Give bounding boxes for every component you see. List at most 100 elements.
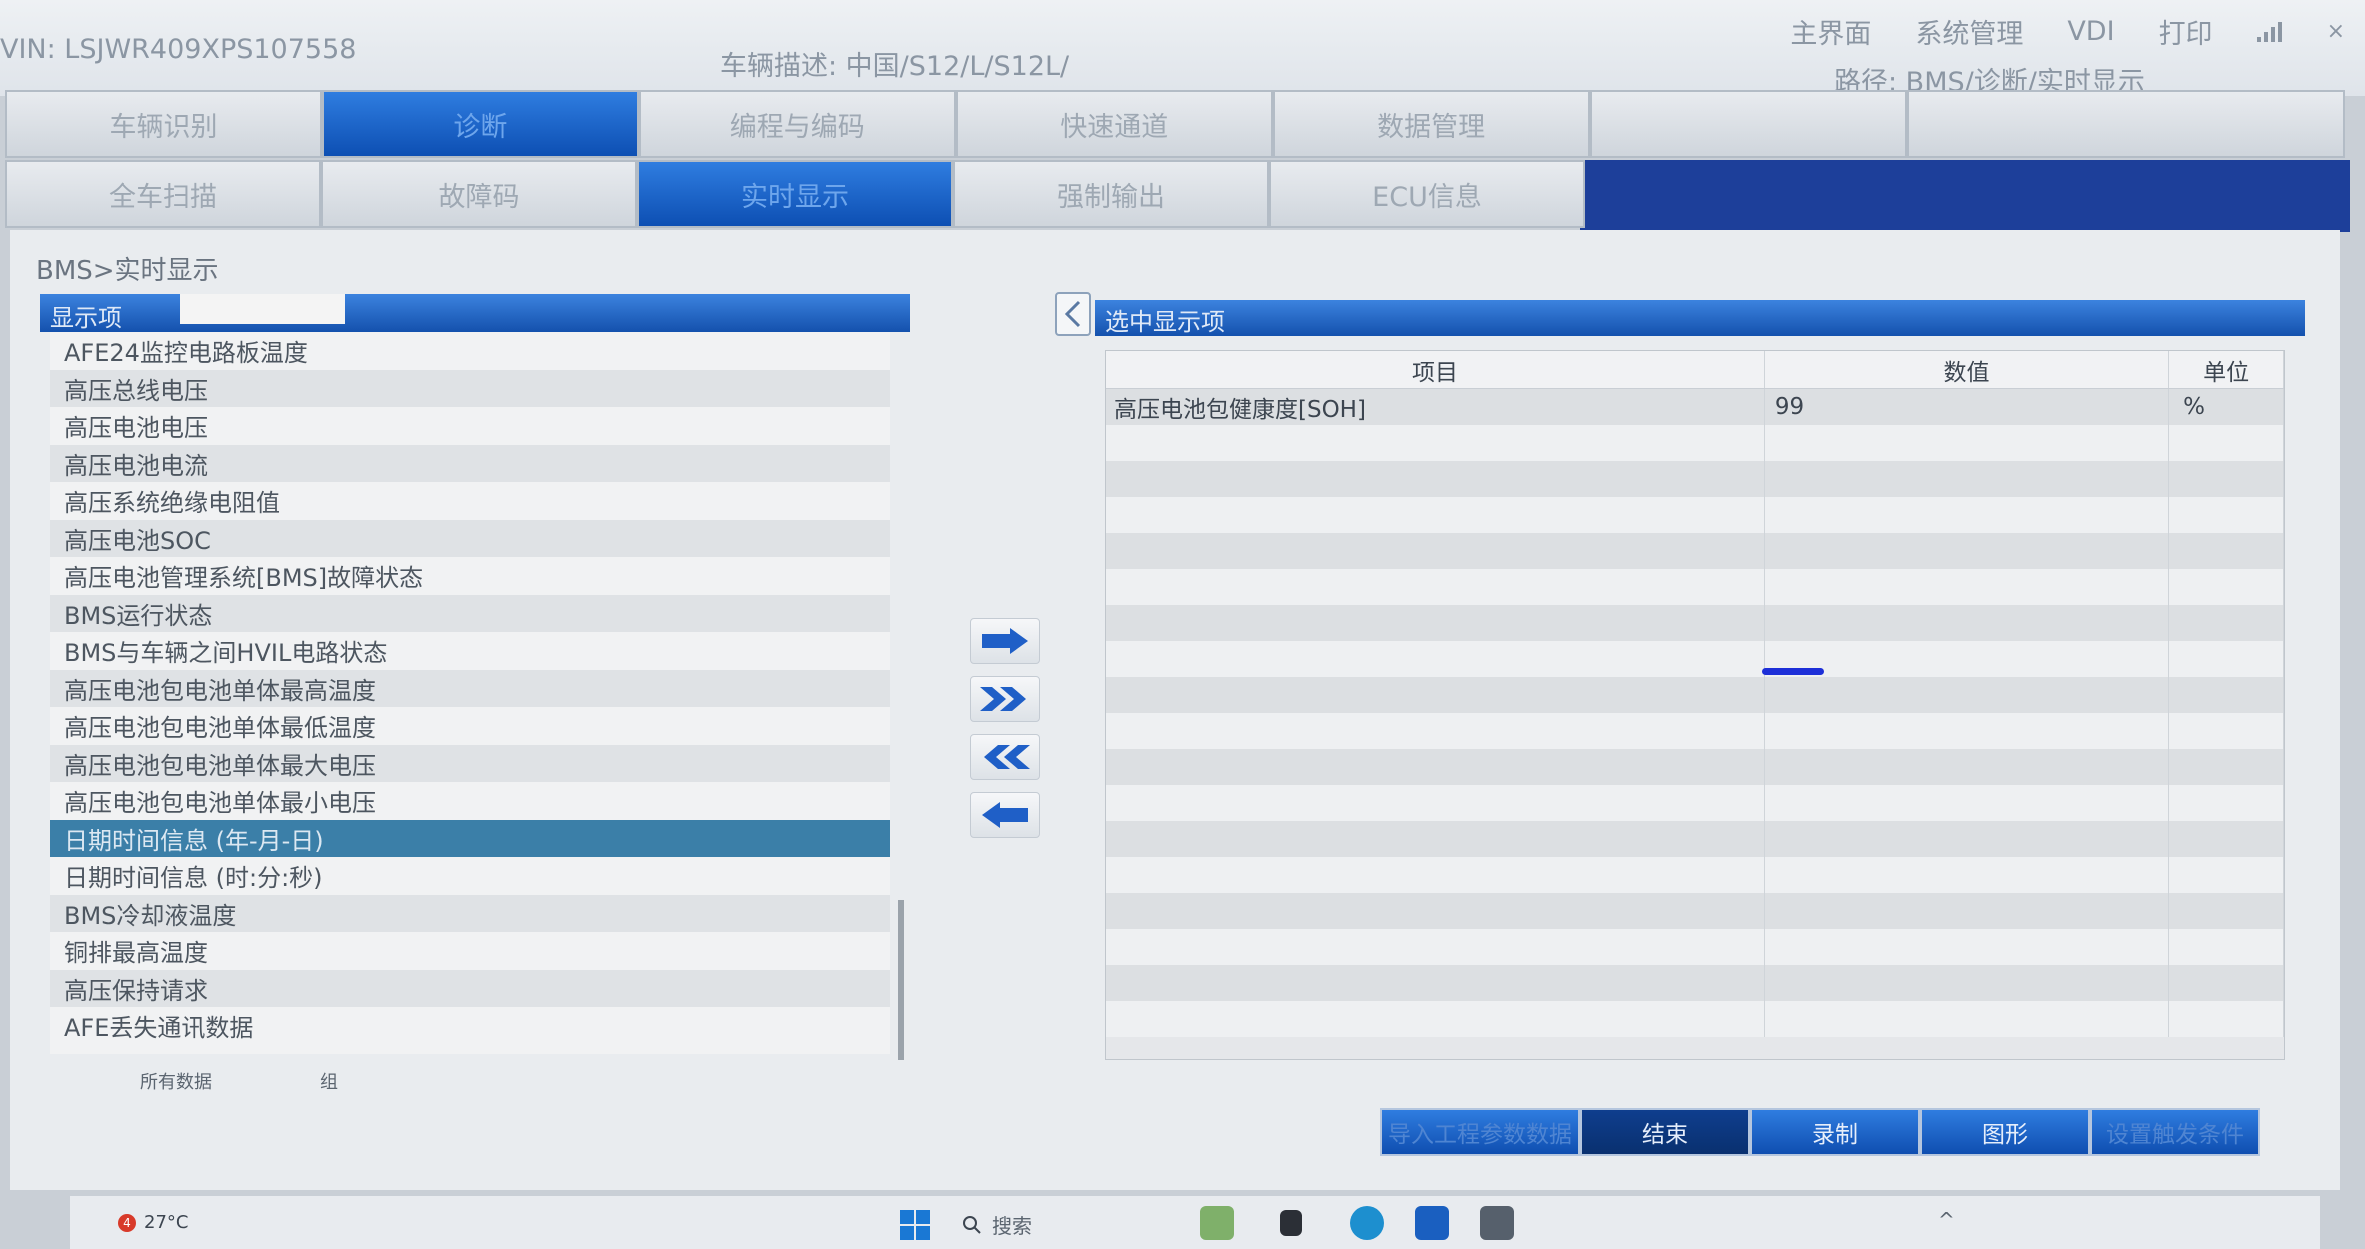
graph-button[interactable]: 图形: [1920, 1108, 2090, 1156]
cell-unit: [2169, 965, 2284, 1001]
table-row[interactable]: [1106, 857, 2284, 893]
table-row[interactable]: [1106, 893, 2284, 929]
tab-empty: [1589, 90, 1907, 158]
list-scrollbar[interactable]: [898, 900, 904, 1060]
search-icon: [963, 1215, 981, 1234]
table-row[interactable]: [1106, 569, 2284, 605]
list-item[interactable]: 高压电池管理系统[BMS]故障状态: [50, 557, 890, 595]
header-filter-box[interactable]: [180, 294, 345, 324]
table-row[interactable]: [1106, 1001, 2284, 1037]
cell-unit: [2169, 461, 2284, 497]
list-item[interactable]: 高压电池包电池单体最高温度: [50, 669, 890, 707]
table-row[interactable]: [1106, 425, 2284, 461]
table-row[interactable]: [1106, 749, 2284, 785]
list-item[interactable]: AFE24监控电路板温度: [50, 332, 890, 370]
cell-unit: [2169, 857, 2284, 893]
list-item[interactable]: 高压系统绝缘电阻值: [50, 482, 890, 520]
table-row[interactable]: [1106, 821, 2284, 857]
tab-vehicle-id[interactable]: 车辆识别: [5, 90, 322, 158]
all-data-label[interactable]: 所有数据: [140, 1072, 212, 1093]
nav-vdi[interactable]: VDI: [2067, 16, 2114, 47]
list-item[interactable]: 高压电池包电池单体最低温度: [50, 707, 890, 745]
tab-forced-output[interactable]: 强制输出: [953, 160, 1269, 228]
remove-all-button[interactable]: [970, 734, 1040, 780]
diagnostic-app-icon[interactable]: [1480, 1206, 1514, 1240]
top-nav: 主界面 系统管理 VDI 打印 ×: [1790, 12, 2345, 51]
list-item[interactable]: 高压电池SOC: [50, 519, 890, 557]
import-params-button[interactable]: 导入工程参数数据: [1380, 1108, 1580, 1156]
table-row[interactable]: [1106, 641, 2284, 677]
cell-unit: [2169, 425, 2284, 461]
table-row[interactable]: [1106, 965, 2284, 1001]
record-button[interactable]: 录制: [1750, 1108, 1920, 1156]
nav-system-management[interactable]: 系统管理: [1915, 12, 2023, 51]
tab-quick-access[interactable]: 快速通道: [955, 90, 1273, 158]
end-button[interactable]: 结束: [1580, 1108, 1750, 1156]
back-icon[interactable]: [1055, 292, 1091, 336]
table-row[interactable]: [1106, 533, 2284, 569]
tab-live-data[interactable]: 实时显示: [637, 160, 953, 228]
list-item[interactable]: 高压总线电压: [50, 369, 890, 407]
table-row[interactable]: [1106, 497, 2284, 533]
cell-item: [1106, 605, 1765, 641]
list-item[interactable]: 铜排最高温度: [50, 932, 890, 970]
list-item[interactable]: 日期时间信息 (时:分:秒): [50, 857, 890, 895]
add-all-button[interactable]: [970, 676, 1040, 722]
table-row[interactable]: [1106, 785, 2284, 821]
remove-item-button[interactable]: [970, 792, 1040, 838]
cell-item: [1106, 497, 1765, 533]
table-row[interactable]: [1106, 677, 2284, 713]
weather-widget[interactable]: 4 27°C: [118, 1212, 188, 1233]
cell-value: [1765, 605, 2170, 641]
nav-home[interactable]: 主界面: [1790, 12, 1871, 51]
cell-value: [1765, 497, 2170, 533]
list-item[interactable]: 高压电池电压: [50, 407, 890, 445]
list-item[interactable]: 高压电池电流: [50, 444, 890, 482]
cell-item: [1106, 1001, 1765, 1037]
windows-start-icon[interactable]: [900, 1210, 930, 1240]
table-row[interactable]: [1106, 461, 2284, 497]
cell-item: [1106, 929, 1765, 965]
tab-ecu-info[interactable]: ECU信息: [1269, 160, 1585, 228]
app-icon[interactable]: [1415, 1206, 1449, 1240]
table-row[interactable]: [1106, 605, 2284, 641]
tab-full-scan[interactable]: 全车扫描: [5, 160, 321, 228]
list-item[interactable]: BMS运行状态: [50, 594, 890, 632]
column-value: 数值: [1765, 351, 2170, 388]
file-explorer-icon[interactable]: [1280, 1210, 1302, 1236]
cell-value: [1765, 749, 2170, 785]
cell-unit: [2169, 713, 2284, 749]
tab-data-management[interactable]: 数据管理: [1272, 90, 1590, 158]
cell-item: [1106, 821, 1765, 857]
tab-programming[interactable]: 编程与编码: [638, 90, 956, 158]
trigger-settings-button[interactable]: 设置触发条件: [2090, 1108, 2260, 1156]
list-item[interactable]: BMS与车辆之间HVIL电路状态: [50, 632, 890, 670]
list-item[interactable]: 高压保持请求: [50, 969, 890, 1007]
list-item[interactable]: AFE丢失通讯数据: [50, 1007, 890, 1045]
add-item-button[interactable]: [970, 618, 1040, 664]
list-item[interactable]: 日期时间信息 (年-月-日): [50, 819, 890, 857]
taskbar-search[interactable]: 搜索: [962, 1210, 1032, 1239]
chevron-up-icon[interactable]: ^: [1938, 1208, 1955, 1232]
app-icon[interactable]: [1200, 1206, 1234, 1240]
table-row[interactable]: 高压电池包健康度[SOH] 99%: [1106, 389, 2284, 425]
close-icon[interactable]: ×: [2327, 19, 2345, 44]
nav-print[interactable]: 打印: [2159, 12, 2213, 51]
tab-diagnosis[interactable]: 诊断: [321, 90, 639, 158]
cell-unit: [2169, 1001, 2284, 1037]
table-row[interactable]: [1106, 929, 2284, 965]
list-item[interactable]: BMS冷却液温度: [50, 894, 890, 932]
notification-badge: 4: [118, 1213, 136, 1232]
selected-items-table: 项目 数值 单位 高压电池包健康度[SOH] 99%: [1105, 350, 2285, 1060]
table-row[interactable]: [1106, 713, 2284, 749]
arrow-left-icon: [982, 802, 1028, 828]
tab-fault-codes[interactable]: 故障码: [321, 160, 637, 228]
group-label[interactable]: 组: [320, 1068, 338, 1094]
vin-label: VIN: LSJWR409XPS107558: [0, 34, 357, 65]
list-item[interactable]: 高压电池包电池单体最大电压: [50, 744, 890, 782]
cell-unit: [2169, 641, 2284, 677]
edge-browser-icon[interactable]: [1350, 1206, 1384, 1240]
temperature-label: 27°C: [144, 1212, 189, 1233]
cell-item: [1106, 641, 1765, 677]
list-item[interactable]: 高压电池包电池单体最小电压: [50, 782, 890, 820]
